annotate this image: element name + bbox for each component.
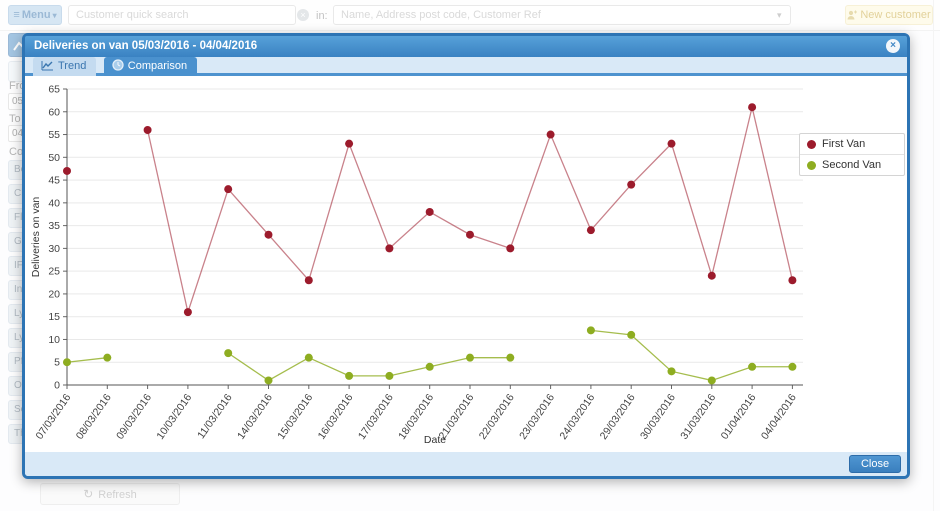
data-point[interactable] xyxy=(627,181,635,189)
data-point[interactable] xyxy=(587,326,595,334)
data-point[interactable] xyxy=(587,226,595,234)
chart-legend: First Van Second Van xyxy=(799,133,905,176)
x-tick-label: 30/03/2016 xyxy=(638,392,678,442)
x-tick-label: 11/03/2016 xyxy=(195,392,235,441)
legend-label: First Van xyxy=(822,138,865,150)
y-tick-label: 50 xyxy=(48,152,60,164)
x-tick-label: 31/03/2016 xyxy=(678,392,718,442)
data-point[interactable] xyxy=(305,276,313,284)
y-tick-label: 55 xyxy=(48,129,60,141)
series-line xyxy=(591,330,793,380)
data-point[interactable] xyxy=(224,185,232,193)
x-tick-label: 09/03/2016 xyxy=(114,392,154,442)
data-point[interactable] xyxy=(265,231,273,239)
data-point[interactable] xyxy=(466,354,474,362)
y-tick-label: 15 xyxy=(48,311,60,323)
y-tick-label: 10 xyxy=(48,334,60,346)
x-tick-label: 17/03/2016 xyxy=(356,392,396,442)
data-point[interactable] xyxy=(748,103,756,111)
data-point[interactable] xyxy=(627,331,635,339)
trend-line-icon xyxy=(41,60,54,71)
data-point[interactable] xyxy=(63,167,71,175)
data-point[interactable] xyxy=(506,354,514,362)
dialog-title: Deliveries on van 05/03/2016 - 04/04/201… xyxy=(34,40,257,52)
data-point[interactable] xyxy=(265,376,273,384)
data-point[interactable] xyxy=(144,126,152,134)
tab-trend[interactable]: Trend xyxy=(33,57,96,76)
comparison-chart: 0 5 10 15 20 25 30 35 40 45 50 55 60 65 07/03/201608/0… xyxy=(25,79,815,451)
data-point[interactable] xyxy=(224,349,232,357)
data-point[interactable] xyxy=(63,358,71,366)
x-tick-label: 22/03/2016 xyxy=(477,392,517,442)
data-point[interactable] xyxy=(748,363,756,371)
y-tick-label: 40 xyxy=(48,197,60,209)
data-point[interactable] xyxy=(385,244,393,252)
clock-icon xyxy=(112,59,124,71)
close-button[interactable]: Close xyxy=(849,455,901,473)
data-point[interactable] xyxy=(426,208,434,216)
tab-comparison-label: Comparison xyxy=(128,60,187,72)
data-point[interactable] xyxy=(708,272,716,280)
y-tick-label: 20 xyxy=(48,288,60,300)
data-point[interactable] xyxy=(466,231,474,239)
x-tick-label: 08/03/2016 xyxy=(74,392,114,442)
legend-label: Second Van xyxy=(822,159,881,171)
data-point[interactable] xyxy=(103,354,111,362)
chart-canvas: 0 5 10 15 20 25 30 35 40 45 50 55 60 65 07/03/201608/0… xyxy=(25,79,815,451)
y-tick-label: 30 xyxy=(48,243,60,255)
series-line xyxy=(148,107,793,312)
data-point[interactable] xyxy=(788,363,796,371)
x-tick-label: 01/04/2016 xyxy=(719,392,759,442)
x-tick-label: 04/04/2016 xyxy=(759,392,799,442)
y-tick-label: 35 xyxy=(48,220,60,232)
x-tick-label: 29/03/2016 xyxy=(598,392,638,442)
x-tick-label: 10/03/2016 xyxy=(154,392,194,442)
y-axis-title: Deliveries on van xyxy=(30,197,42,278)
tab-comparison[interactable]: Comparison xyxy=(104,57,197,76)
y-tick-label: 45 xyxy=(48,175,60,187)
tab-trend-label: Trend xyxy=(58,60,86,72)
data-point[interactable] xyxy=(668,140,676,148)
y-tick-label: 5 xyxy=(54,357,60,369)
data-point[interactable] xyxy=(788,276,796,284)
series-line xyxy=(67,358,107,363)
x-axis-title: Date xyxy=(424,434,446,446)
deliveries-dialog: Deliveries on van 05/03/2016 - 04/04/201… xyxy=(22,33,910,479)
legend-dot-icon xyxy=(807,140,816,149)
x-tick-label: 23/03/2016 xyxy=(517,392,557,442)
x-tick-label: 07/03/2016 xyxy=(33,392,73,442)
data-point[interactable] xyxy=(506,244,514,252)
legend-item: Second Van xyxy=(800,155,904,175)
dialog-header: Deliveries on van 05/03/2016 - 04/04/201… xyxy=(25,36,907,57)
data-point[interactable] xyxy=(668,367,676,375)
data-point[interactable] xyxy=(345,372,353,380)
x-tick-label: 14/03/2016 xyxy=(235,392,275,442)
data-point[interactable] xyxy=(385,372,393,380)
data-point[interactable] xyxy=(184,308,192,316)
y-tick-label: 0 xyxy=(54,380,60,392)
data-point[interactable] xyxy=(305,354,313,362)
y-tick-label: 25 xyxy=(48,266,60,278)
x-tick-label: 16/03/2016 xyxy=(316,392,356,442)
close-icon[interactable]: × xyxy=(886,39,900,53)
y-tick-label: 60 xyxy=(48,106,60,118)
data-point[interactable] xyxy=(708,376,716,384)
legend-item: First Van xyxy=(800,134,904,155)
y-tick-label: 65 xyxy=(48,84,60,96)
data-point[interactable] xyxy=(426,363,434,371)
legend-dot-icon xyxy=(807,161,816,170)
data-point[interactable] xyxy=(547,131,555,139)
dialog-body: Trend Comparison 0 5 10 15 20 25 30 35 40 45 50 55 6… xyxy=(25,57,907,452)
dialog-footer: Close xyxy=(25,452,907,476)
x-tick-label: 24/03/2016 xyxy=(557,392,597,442)
data-point[interactable] xyxy=(345,140,353,148)
tab-bar: Trend Comparison xyxy=(25,57,907,76)
x-tick-label: 15/03/2016 xyxy=(275,392,315,442)
